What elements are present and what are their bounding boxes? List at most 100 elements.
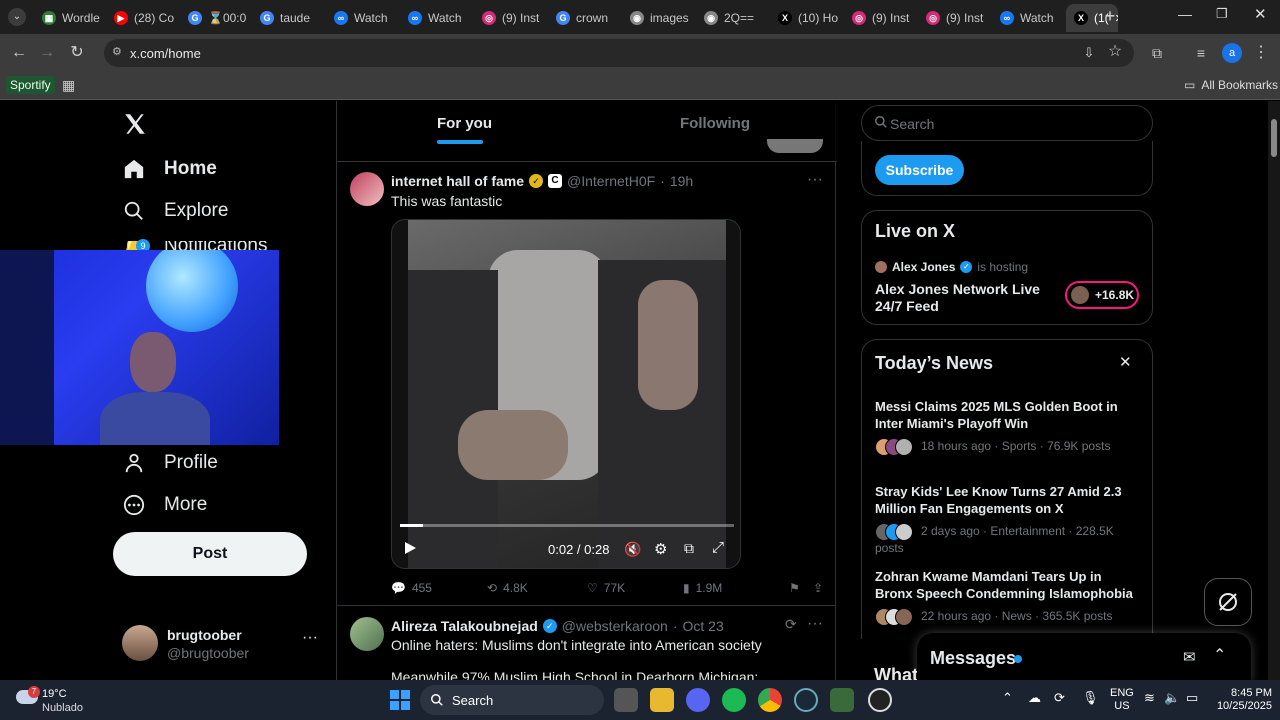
apps-grid-icon[interactable]: ▦ [62,77,75,94]
browser-tab[interactable]: Gtaude [252,4,324,32]
sync-icon[interactable]: ⟳ [1054,690,1065,706]
mute-icon[interactable]: 🔇 [624,541,641,558]
wifi-icon[interactable]: ≋ [1144,690,1155,706]
tab-following[interactable]: Following [680,115,750,132]
close-window-button[interactable]: ✕ [1254,5,1267,23]
maximize-button[interactable]: ❐ [1216,6,1228,22]
bookmark-sportify[interactable]: Sportify [6,76,55,94]
play-icon[interactable] [402,540,418,561]
browser-tab[interactable]: ∞ Watch [326,4,398,32]
new-tab-button[interactable]: + [1100,6,1120,26]
subscribe-button[interactable]: Subscribe [875,155,964,185]
x-logo-icon[interactable] [122,111,148,137]
app-icon[interactable] [830,688,854,712]
chrome-icon[interactable] [758,688,782,712]
task-view-icon[interactable] [614,688,638,712]
account-more-icon[interactable]: ··· [302,629,318,647]
new-message-icon[interactable]: ✉ [1183,648,1196,666]
install-app-icon[interactable]: ⇩ [1078,42,1100,64]
browser-tab[interactable]: ◎ (9) Inst [844,4,916,32]
weather-widget[interactable]: 7 19°C Nublado [14,686,114,716]
profile-avatar[interactable]: a [1222,43,1242,63]
start-windows-icon[interactable] [390,690,410,710]
tray-chevron-icon[interactable]: ⌃ [1002,690,1013,706]
post-button[interactable]: Post [113,532,307,576]
minimize-button[interactable]: — [1178,6,1192,22]
grok-icon[interactable]: ⟳ [785,616,797,633]
share-icon[interactable]: ⇪ [813,581,823,595]
file-explorer-icon[interactable] [650,688,674,712]
live-title[interactable]: Alex Jones Network Live 24/7 Feed [875,281,1065,315]
post-avatar[interactable] [350,172,384,206]
page-scrollbar[interactable] [1268,101,1280,680]
search-input[interactable]: Search [861,105,1153,141]
post-handle[interactable]: @websterkaroon [562,618,668,634]
post-avatar[interactable] [350,617,384,651]
nav-explore[interactable]: Explore [122,199,228,223]
tab-search-chevron-icon[interactable]: ⌄ [8,8,26,26]
browser-tab[interactable]: ◉ 2Q== [696,4,768,32]
news-item[interactable]: Messi Claims 2025 MLS Golden Boot in Int… [875,398,1140,456]
post-time[interactable]: Oct 23 [683,618,724,634]
views-button[interactable]: ▮ 1.9M [683,581,722,595]
browser-tab[interactable]: ∞ Watch [400,4,472,32]
browser-tab[interactable]: X (10) Ho [770,4,842,32]
battery-icon[interactable]: ▭ [1186,690,1198,706]
picture-in-picture-icon[interactable]: ⧉ [684,540,694,557]
extensions-icon[interactable]: ⧉ [1146,42,1168,64]
obs-icon[interactable] [868,688,892,712]
nav-more[interactable]: More [122,493,207,517]
post-handle[interactable]: @InternetH0F [567,173,655,189]
onedrive-icon[interactable]: ☁ [1028,690,1041,706]
expand-chevron-icon[interactable]: ⌃ [1213,645,1226,665]
video-player[interactable]: 0:02 / 0:28 🔇 ⚙ ⧉ ⤢ [391,219,741,569]
browser-tab[interactable]: ◎ (9) Inst [918,4,990,32]
browser-tab[interactable]: Gcrown [548,4,620,32]
grok-fab[interactable] [1204,578,1252,626]
show-posts-pill[interactable] [767,139,823,153]
live-listeners-pill[interactable]: +16.8K [1065,281,1139,309]
nav-profile[interactable]: Profile [122,451,218,475]
post-2[interactable]: Alireza Talakoubnejad ✓ @websterkaroon ·… [337,607,835,680]
media-control-icon[interactable]: ≡ [1190,42,1212,64]
forward-arrow-icon[interactable]: → [36,42,58,64]
browser-tab[interactable]: ▶ (28) Co [106,4,178,32]
nav-home[interactable]: Home [122,157,217,181]
browser-tab[interactable]: ∞ Watch [992,4,1064,32]
spotify-icon[interactable] [722,688,746,712]
browser-tab[interactable]: G ⌛00:0 [180,4,250,32]
browser-tab[interactable]: ◎ (9) Inst [474,4,546,32]
post-1[interactable]: internet hall of fame ✓ C @InternetH0F ·… [337,163,835,606]
clock[interactable]: 8:45 PM 10/25/2025 [1208,687,1272,713]
taskbar-search[interactable]: Search [420,685,604,715]
discord-icon[interactable] [686,688,710,712]
fullscreen-icon[interactable]: ⤢ [712,539,724,556]
tab-for-you[interactable]: For you [437,115,492,132]
browser-menu-icon[interactable]: ⋮ [1250,42,1272,64]
news-item[interactable]: Stray Kids' Lee Know Turns 27 Amid 2.3 M… [875,483,1140,555]
account-switcher[interactable]: brugtoober @brugtoober ··· [122,623,322,667]
live-host-row[interactable]: Alex Jones ✓ is hosting [875,260,1028,274]
bookmark-icon[interactable]: ⚑ [789,581,800,595]
site-info-icon[interactable]: ⚙ [112,45,122,58]
post-author[interactable]: internet hall of fame [391,173,524,189]
microphone-icon[interactable]: 🎙 [1082,690,1099,706]
back-arrow-icon[interactable]: ← [8,42,30,64]
browser-tab[interactable]: ▦ Wordle [34,4,104,32]
all-bookmarks[interactable]: ▭ All Bookmarks [1184,78,1278,92]
messages-drawer[interactable]: Messages ✉ ⌃ [917,633,1251,680]
bookmark-star-icon[interactable]: ☆ [1104,41,1126,63]
news-item[interactable]: Zohran Kwame Mamdani Tears Up in Bronx S… [875,568,1140,626]
steam-icon[interactable] [794,688,818,712]
post-more-icon[interactable]: ··· [807,171,823,189]
like-button[interactable]: ♡ 77K [587,581,625,595]
scrollbar-thumb[interactable] [1271,119,1277,157]
news-close-icon[interactable]: ✕ [1119,353,1132,371]
repost-button[interactable]: ⟲ 4.8K [487,581,528,595]
video-progress-track[interactable] [400,524,734,527]
settings-gear-icon[interactable]: ⚙ [654,540,667,558]
post-time[interactable]: 19h [670,173,693,189]
post-author[interactable]: Alireza Talakoubnejad [391,618,538,634]
browser-tab[interactable]: ◉ images [622,4,694,32]
volume-icon[interactable]: 🔈 [1164,690,1180,706]
